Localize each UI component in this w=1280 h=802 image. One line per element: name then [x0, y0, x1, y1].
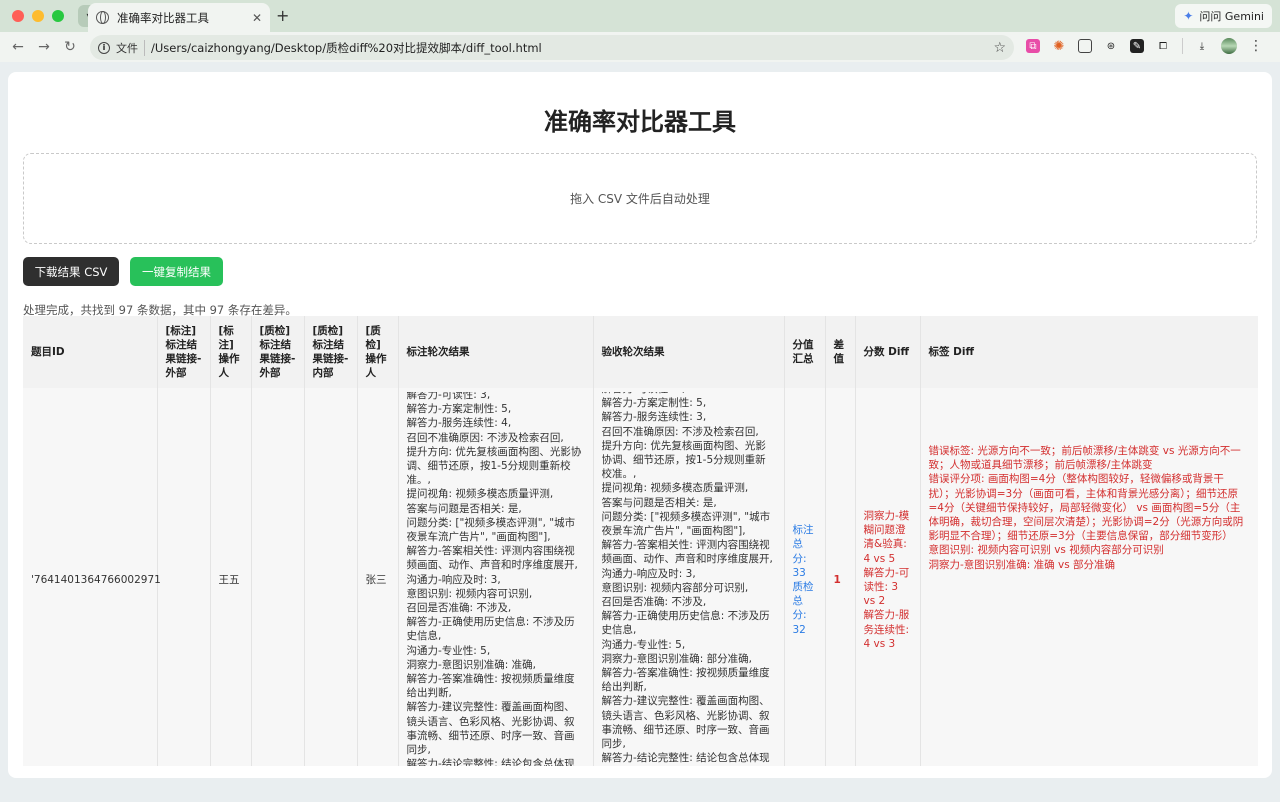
- header-qc-link-external[interactable]: [质检]标注结果链接-外部: [251, 316, 305, 388]
- header-question-id[interactable]: 题目ID: [23, 316, 158, 388]
- reload-icon[interactable]: ↻: [57, 39, 83, 55]
- gemini-button[interactable]: ✦ 问问 Gemini: [1175, 4, 1272, 28]
- close-icon[interactable]: ✕: [252, 11, 262, 25]
- header-annotation-result[interactable]: 标注轮次结果: [398, 316, 594, 388]
- copy-results-button[interactable]: 一键复制结果: [130, 257, 223, 286]
- extension-sparkle-icon[interactable]: ✺: [1052, 39, 1066, 54]
- download-csv-button[interactable]: 下载结果 CSV: [23, 257, 119, 286]
- annotation-result-scroll: 解答力-可读性: 3, 解答力-方案定制性: 5, 解答力-服务连续性: 4, …: [407, 392, 585, 766]
- cell-score-diff: 洞察力-模糊问题澄清&验真: 4 vs 5 解答力-可读性: 3 vs 2 解答…: [855, 388, 921, 766]
- plus-icon[interactable]: +: [276, 6, 289, 25]
- cell-annot-link-external: [157, 388, 211, 766]
- gemini-icon: ✦: [1183, 9, 1194, 23]
- csv-dropzone[interactable]: 拖入 CSV 文件后自动处理: [23, 153, 1257, 244]
- table-header-row: 题目ID [标注]标注结果链接-外部 [标注]操作人 [质检]标注结果链接-外部…: [23, 316, 1258, 388]
- header-verify-result[interactable]: 验收轮次结果: [593, 316, 785, 388]
- cell-question-id: '7641401364766002971: [23, 388, 161, 766]
- file-chip: 文件: [116, 39, 145, 56]
- page-title: 准确率对比器工具: [544, 108, 736, 136]
- menu-icon[interactable]: ⋮: [1249, 38, 1263, 54]
- cell-label-diff: 错误标签: 光源方向不一致；前后帧漂移/主体跳变 vs 光源方向不一致；人物或道…: [920, 388, 1258, 766]
- annotation-result-text: 解答力-可读性: 3, 解答力-方案定制性: 5, 解答力-服务连续性: 4, …: [406, 392, 582, 766]
- header-score-diff[interactable]: 分数 Diff: [855, 316, 921, 388]
- extension-dark-icon[interactable]: ✎: [1130, 39, 1144, 53]
- back-icon[interactable]: ←: [5, 39, 31, 55]
- verify-result-text: 解答力-可读性: 2, 解答力-方案定制性: 5, 解答力-服务连续性: 3, …: [601, 392, 773, 765]
- bookmark-star-icon[interactable]: ☆: [993, 40, 1006, 56]
- main-card: 准确率对比器工具 拖入 CSV 文件后自动处理 下载结果 CSV 一键复制结果 …: [8, 72, 1272, 778]
- header-inspector[interactable]: [质检]操作人: [357, 316, 399, 388]
- cell-annotator: 王五: [210, 388, 252, 766]
- browser-toolbar: ← → ↻ i 文件 /Users/caizhongyang/Desktop/质…: [0, 32, 1280, 62]
- score-summary-text: 标注总分: 33 质检总分: 32: [792, 524, 814, 636]
- page-viewport: 准确率对比器工具 拖入 CSV 文件后自动处理 下载结果 CSV 一键复制结果 …: [0, 62, 1280, 802]
- forward-icon[interactable]: →: [31, 39, 57, 55]
- puzzle-icon[interactable]: ⧠: [1156, 39, 1170, 53]
- table-row: '7641401364766002971 王五 张三 解答力-可读性: 3, 解…: [23, 388, 1258, 766]
- cell-diff-value: 1: [825, 388, 856, 766]
- header-annot-link-external[interactable]: [标注]标注结果链接-外部: [157, 316, 211, 388]
- browser-tab-bar: ▾ 准确率对比器工具 ✕ + ✦ 问问 Gemini: [0, 0, 1280, 32]
- header-label-diff[interactable]: 标签 Diff: [920, 316, 1258, 388]
- header-score-summary[interactable]: 分值汇总: [784, 316, 826, 388]
- header-diff-value[interactable]: 差值: [825, 316, 856, 388]
- score-diff-text: 洞察力-模糊问题澄清&验真: 4 vs 5 解答力-可读性: 3 vs 2 解答…: [863, 509, 910, 650]
- extension-pink-icon[interactable]: ⧉: [1026, 39, 1040, 53]
- tab-title: 准确率对比器工具: [117, 10, 209, 25]
- url-text[interactable]: /Users/caizhongyang/Desktop/质检diff%20对比提…: [151, 40, 987, 56]
- profile-avatar[interactable]: [1221, 38, 1237, 54]
- cell-inspector: 张三: [357, 388, 399, 766]
- info-icon[interactable]: i: [98, 41, 110, 54]
- cell-score-summary: 标注总分: 33 质检总分: 32: [784, 388, 826, 766]
- cell-qc-link-external: [251, 388, 305, 766]
- minimize-window-button[interactable]: [32, 10, 44, 22]
- extension-openai-icon[interactable]: ⊛: [1104, 39, 1118, 53]
- dropzone-text: 拖入 CSV 文件后自动处理: [570, 192, 710, 206]
- header-annotator[interactable]: [标注]操作人: [210, 316, 252, 388]
- results-table-container[interactable]: 题目ID [标注]标注结果链接-外部 [标注]操作人 [质检]标注结果链接-外部…: [23, 316, 1258, 766]
- cell-qc-link-internal: [304, 388, 358, 766]
- maximize-window-button[interactable]: [52, 10, 64, 22]
- label-diff-text: 错误标签: 光源方向不一致；前后帧漂移/主体跳变 vs 光源方向不一致；人物或道…: [928, 445, 1244, 571]
- results-table: 题目ID [标注]标注结果链接-外部 [标注]操作人 [质检]标注结果链接-外部…: [23, 316, 1258, 766]
- globe-icon: [96, 11, 109, 24]
- gemini-label: 问问 Gemini: [1199, 10, 1264, 23]
- download-icon[interactable]: ⤓: [1195, 39, 1209, 53]
- extensions-bar: ⧉ ✺ ⊛ ✎ ⧠ ⤓ ⋮: [1026, 38, 1263, 54]
- close-window-button[interactable]: [12, 10, 24, 22]
- cell-annotation-result: 解答力-可读性: 3, 解答力-方案定制性: 5, 解答力-服务连续性: 4, …: [398, 388, 594, 766]
- address-bar[interactable]: i 文件 /Users/caizhongyang/Desktop/质检diff%…: [90, 35, 1014, 60]
- header-qc-link-internal[interactable]: [质检]标注结果链接-内部: [304, 316, 358, 388]
- cell-verify-result: 解答力-可读性: 2, 解答力-方案定制性: 5, 解答力-服务连续性: 3, …: [593, 388, 785, 766]
- extension-robot-icon[interactable]: [1078, 39, 1092, 53]
- verify-result-scroll: 解答力-可读性: 2, 解答力-方案定制性: 5, 解答力-服务连续性: 3, …: [602, 392, 776, 766]
- browser-tab[interactable]: 准确率对比器工具 ✕: [88, 3, 270, 32]
- window-controls: [12, 10, 64, 22]
- toolbar-divider: [1182, 38, 1183, 54]
